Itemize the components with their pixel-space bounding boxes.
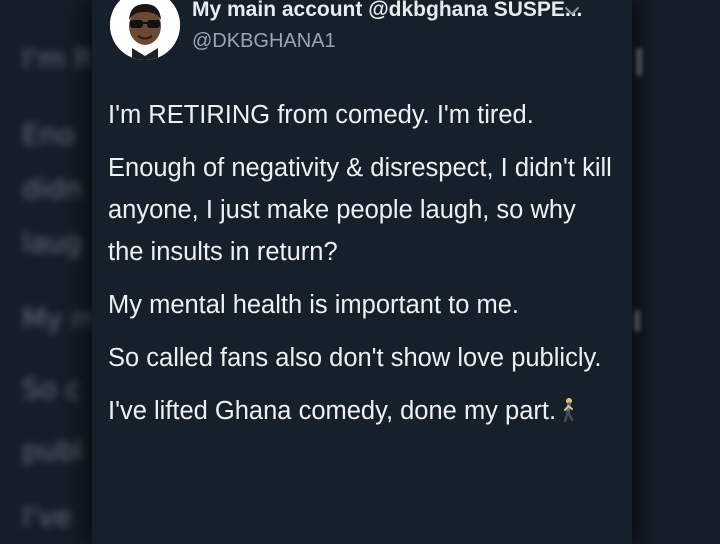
blurred-text-line: laug (22, 226, 83, 259)
person-walking-emoji (560, 394, 578, 423)
blurred-text-line: I've (22, 500, 72, 533)
user-handle[interactable]: @DKBGHANA1 (192, 30, 336, 53)
tweet-paragraph: Enough of negativity & disrespect, I did… (108, 154, 612, 266)
tweet-paragraph-text: I've lifted Ghana comedy, done my part. (108, 397, 557, 425)
tweet-paragraph: So called fans also don't show love publ… (108, 344, 602, 372)
blurred-text-line: I'm R (22, 42, 94, 75)
tweet-paragraph: I'm RETIRING from comedy. I'm tired. (108, 101, 534, 129)
display-name[interactable]: My main account @dkbghana SUSPE... (192, 0, 582, 22)
chevron-down-icon[interactable] (562, 2, 582, 20)
blurred-text-line: didn (22, 172, 84, 205)
tweet-paragraph: I've lifted Ghana comedy, done my part. (108, 390, 618, 432)
tweet-text: I'm RETIRING from comedy. I'm tired. Eno… (108, 94, 618, 443)
blurred-text-line: publ (22, 434, 84, 467)
blurred-mark (634, 310, 640, 332)
tweet-card: My main account @dkbghana SUSPE... @DKBG… (92, 0, 632, 544)
avatar-icon[interactable] (110, 0, 180, 60)
blurred-mark (636, 48, 642, 76)
blurred-text-line: So c (22, 372, 82, 405)
blurred-text-line: Eno (22, 118, 75, 151)
tweet-paragraph: My mental health is important to me. (108, 291, 520, 319)
blurred-text-line: My m (22, 302, 99, 335)
